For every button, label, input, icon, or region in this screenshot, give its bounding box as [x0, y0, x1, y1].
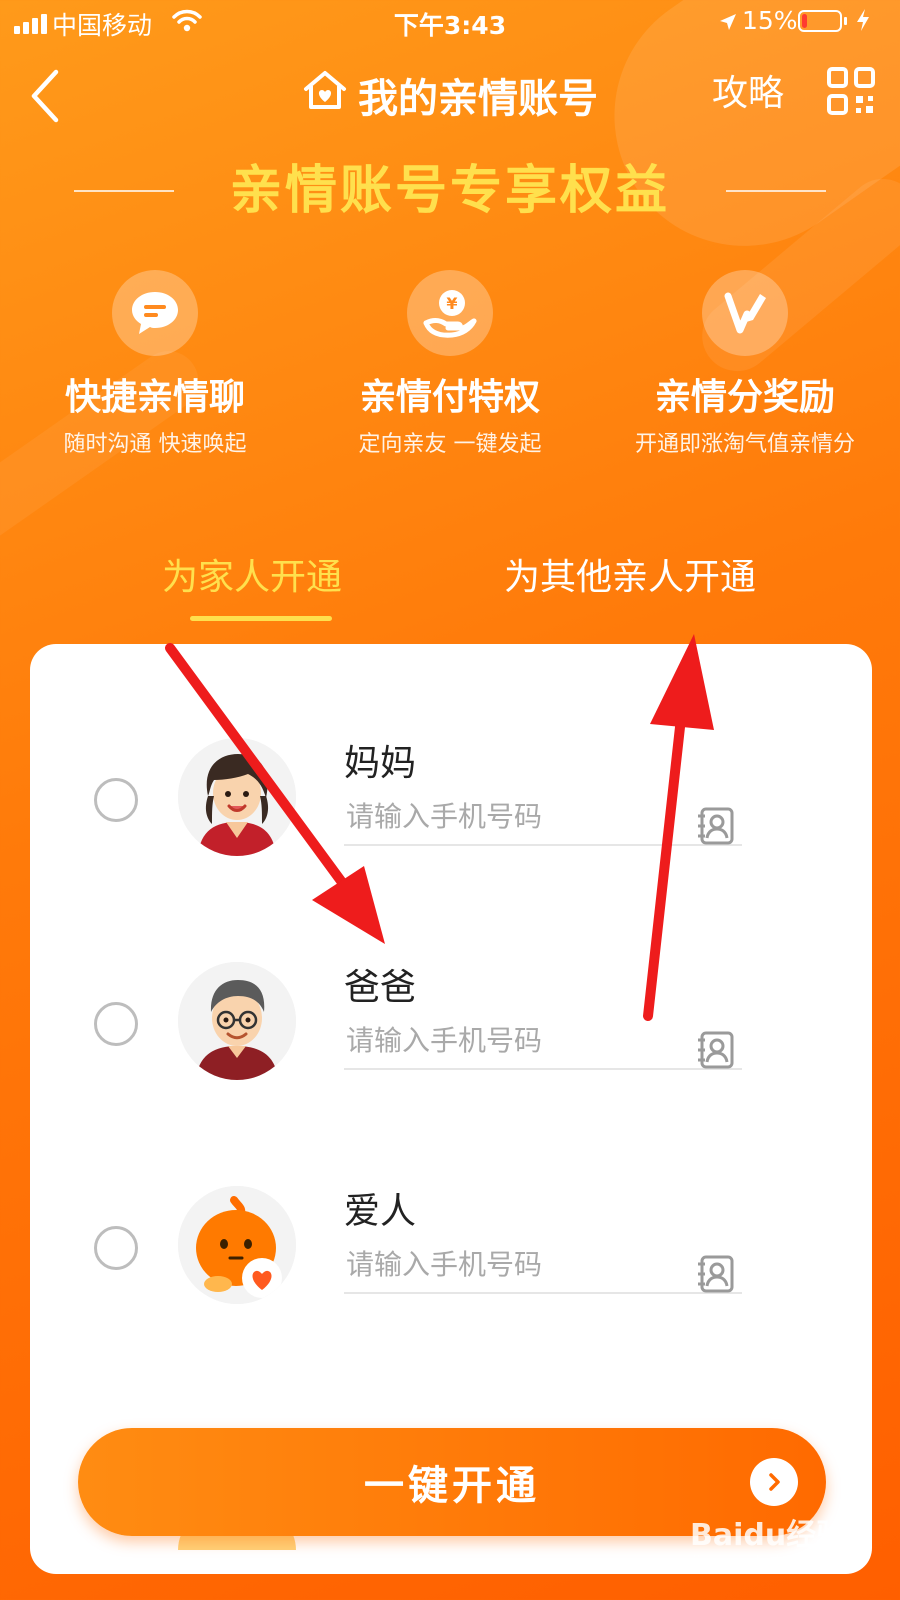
- select-radio-spouse[interactable]: [94, 1226, 138, 1270]
- member-name: 妈妈: [344, 743, 417, 784]
- tab-family[interactable]: 为家人开通: [162, 548, 342, 600]
- status-bar: 中国移动 下午3:43 15%: [0, 0, 900, 46]
- guide-link[interactable]: 攻略: [712, 64, 784, 116]
- select-radio-father[interactable]: [94, 1002, 138, 1046]
- father-avatar: [178, 962, 296, 1080]
- page-title-text: 我的亲情账号: [358, 76, 598, 122]
- home-heart-icon: [302, 69, 348, 121]
- list-item-mother: 妈妈: [30, 734, 872, 934]
- feature-quick-chat: 快捷亲情聊 随时沟通 快速唤起: [10, 270, 300, 458]
- divider: [726, 190, 826, 192]
- feature-desc: 随时沟通 快速唤起: [63, 432, 247, 457]
- location-arrow-icon: [718, 10, 738, 38]
- chevron-right-circle-icon: [750, 1458, 798, 1506]
- charging-bolt-icon: [856, 8, 870, 38]
- mother-avatar: [178, 738, 296, 856]
- list-item-spouse: 爱人: [30, 1182, 872, 1382]
- divider: [74, 190, 174, 192]
- contact-book-icon: [698, 1255, 734, 1293]
- feature-list: 快捷亲情聊 随时沟通 快速唤起 ¥ 亲情付特权 定向亲友 一键发起 亲情分奖励 …: [0, 270, 900, 460]
- member-name: 爱人: [344, 1191, 417, 1232]
- qr-code-icon: [827, 67, 875, 115]
- qr-code-button[interactable]: [826, 66, 876, 120]
- select-radio-mother[interactable]: [94, 778, 138, 822]
- contact-book-icon: [698, 1031, 734, 1069]
- contact-book-button[interactable]: [696, 1030, 736, 1070]
- chat-bubble-icon: [112, 270, 198, 356]
- battery-percent: 15%: [742, 6, 798, 35]
- contact-book-icon: [698, 807, 734, 845]
- v-pencil-icon: [702, 270, 788, 356]
- svg-text:¥: ¥: [446, 294, 457, 313]
- feature-family-pay: ¥ 亲情付特权 定向亲友 一键发起: [305, 270, 595, 458]
- watermark-url: jingyan.baidu.com: [692, 1552, 840, 1571]
- feature-title: 快捷亲情聊: [64, 377, 245, 418]
- feature-title: 亲情付特权: [359, 377, 540, 418]
- phone-input-spouse[interactable]: [344, 1242, 742, 1294]
- feature-desc: 开通即涨淘气值亲情分: [634, 432, 855, 457]
- banner-title: 亲情账号专享权益: [229, 161, 670, 221]
- phone-input-father[interactable]: [344, 1018, 742, 1070]
- hand-yuan-icon: ¥: [407, 270, 493, 356]
- phone-input-mother[interactable]: [344, 794, 742, 846]
- contact-book-button[interactable]: [696, 806, 736, 846]
- contact-book-button[interactable]: [696, 1254, 736, 1294]
- list-item-father: 爸爸: [30, 958, 872, 1158]
- watermark-brand: Baidu经验: [690, 1518, 847, 1553]
- feature-title: 亲情分奖励: [654, 377, 835, 418]
- benefits-banner: 亲情账号专享权益: [0, 148, 900, 223]
- member-name: 爸爸: [344, 967, 417, 1008]
- active-tab-indicator: [190, 616, 332, 621]
- spouse-mascot-avatar: [178, 1186, 296, 1304]
- feature-family-points: 亲情分奖励 开通即涨淘气值亲情分: [600, 270, 890, 458]
- tab-other-relatives[interactable]: 为其他亲人开通: [504, 548, 756, 600]
- battery-icon: [798, 10, 842, 32]
- cta-label: 一键开通: [364, 1463, 540, 1509]
- feature-desc: 定向亲友 一键发起: [358, 432, 542, 457]
